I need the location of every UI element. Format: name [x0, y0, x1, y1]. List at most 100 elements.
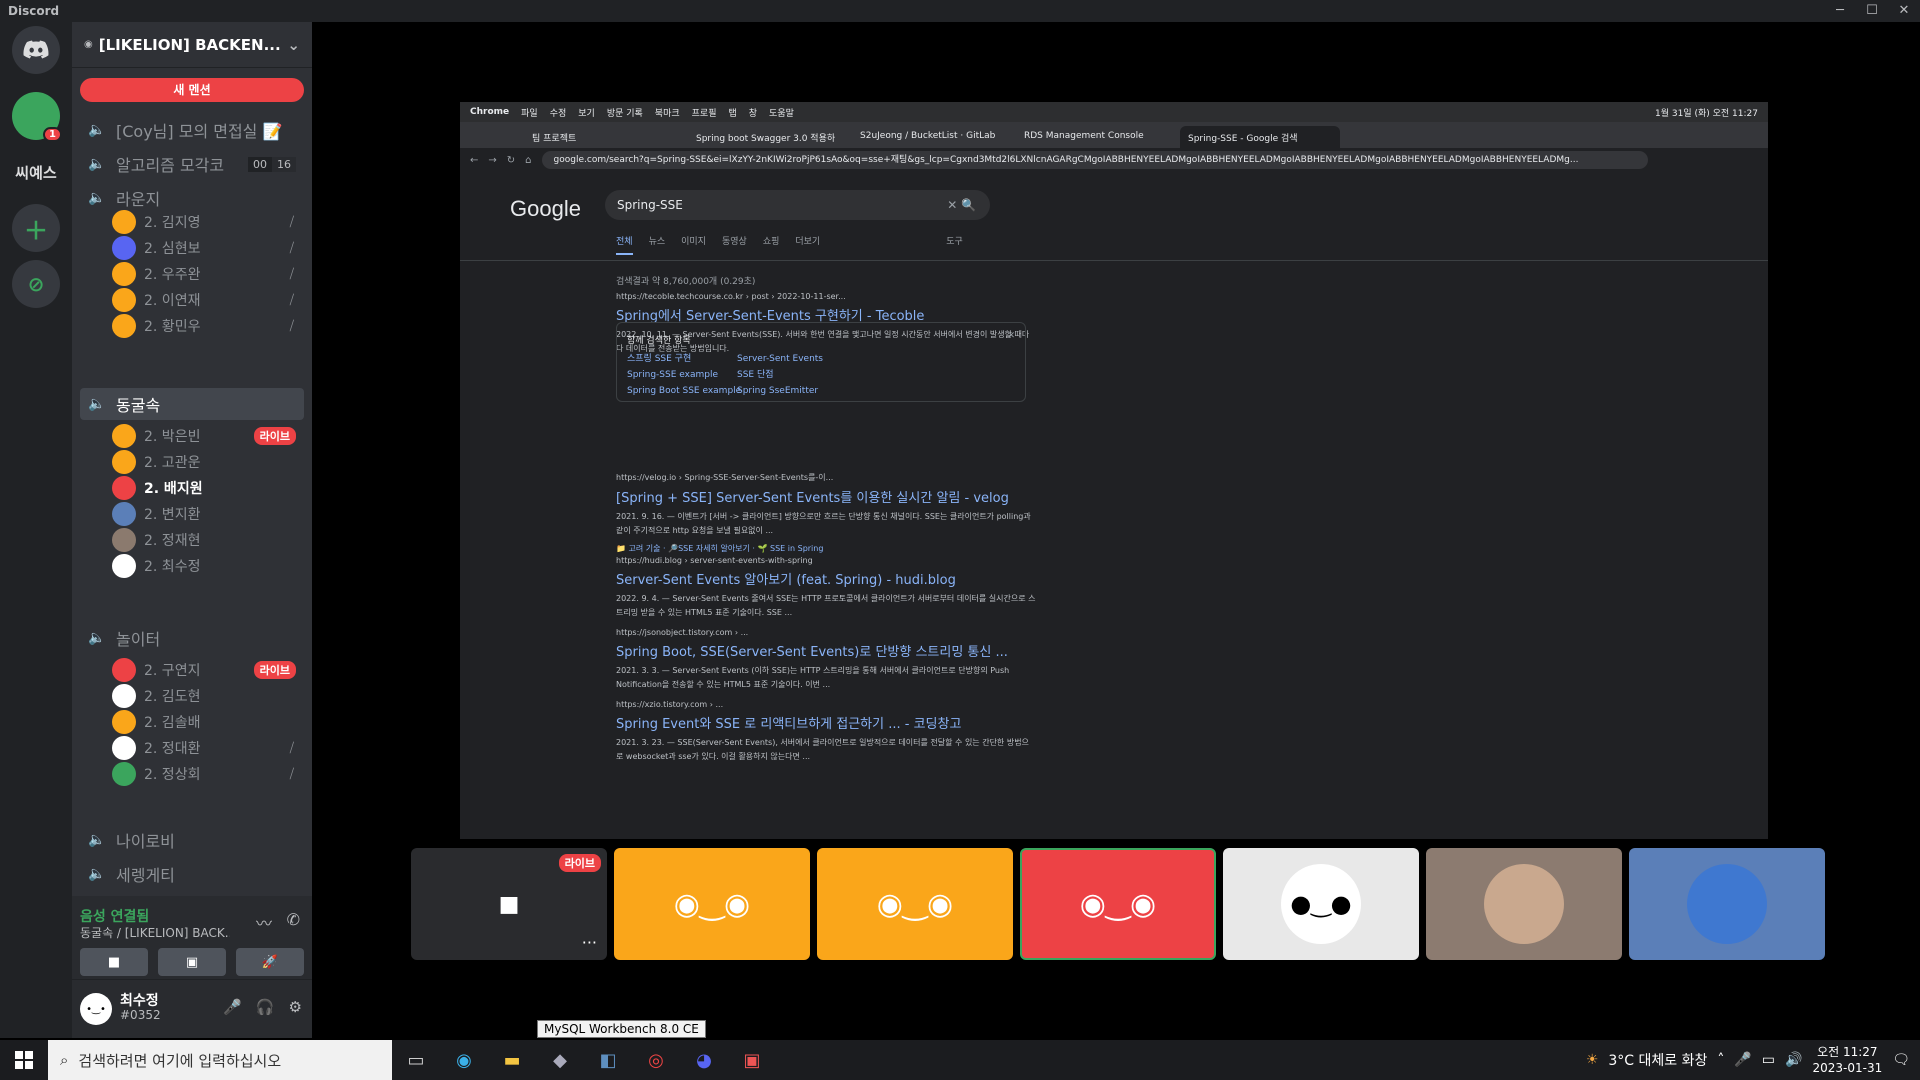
voice-channel-cave[interactable]: 🔈 동굴속	[80, 388, 304, 420]
mac-menu-item[interactable]: 북마크	[655, 106, 680, 119]
user-avatar[interactable]: •‿•	[80, 993, 112, 1025]
url-bar[interactable]: google.com/search?q=Spring-SSE&ei=lXzYY-…	[541, 151, 1648, 169]
volume-icon[interactable]: 🔊	[1785, 1052, 1802, 1068]
participant-tile[interactable]: ◉‿◉	[614, 848, 810, 960]
result-url[interactable]: https://tecoble.techcourse.co.kr › post …	[616, 292, 1036, 301]
home-discord-icon[interactable]	[12, 26, 60, 74]
tray-expand-icon[interactable]: ˄	[1717, 1052, 1724, 1068]
mac-menu-item[interactable]: 프로필	[692, 106, 717, 119]
participant-tile-speaking[interactable]: ◉‿◉	[1020, 848, 1216, 960]
result-url[interactable]: https://hudi.blog › server-sent-events-w…	[616, 556, 1036, 565]
voice-channel-serengeti[interactable]: 🔈 세렝게티	[80, 858, 304, 890]
network-icon[interactable]: ▭	[1762, 1052, 1775, 1068]
participant-tile[interactable]	[1629, 848, 1825, 960]
voice-member[interactable]: 2. 황민우 ⧸	[112, 310, 304, 342]
discord-taskbar-icon[interactable]: ◕	[680, 1040, 728, 1080]
stream-preview-tile[interactable]: 라이브 ■ ···	[411, 848, 607, 960]
google-tab[interactable]: 전체	[616, 234, 633, 255]
result-url[interactable]: https://xzio.tistory.com › ...	[616, 700, 1036, 709]
screen-share-button[interactable]: ▣	[158, 948, 226, 976]
forward-icon[interactable]: →	[488, 155, 496, 166]
taskbar-clock[interactable]: 오전 11:27 2023-01-31	[1812, 1044, 1882, 1076]
mac-menu-item[interactable]: 도움말	[769, 106, 794, 119]
shared-screen[interactable]: Chrome 파일 수정 보기 방문 기록 북마크 프로필 탭 창 도움말 1월 31일 (화) 오…	[460, 102, 1768, 839]
activity-button[interactable]: 🚀	[236, 948, 304, 976]
sourcetree-icon[interactable]: ◆	[536, 1040, 584, 1080]
mac-menu-item[interactable]: 파일	[521, 106, 538, 119]
headphones-icon[interactable]: 🎧	[256, 998, 275, 1016]
browser-tab[interactable]: RDS Management Console	[1016, 126, 1176, 148]
home-icon[interactable]: ⌂	[525, 155, 531, 166]
weather-text[interactable]: 3°C 대체로 화창	[1608, 1050, 1707, 1070]
chrome-icon[interactable]: ◎	[632, 1040, 680, 1080]
explore-compass-icon[interactable]: ⊘	[12, 260, 60, 308]
voice-member[interactable]: 2. 최수정	[112, 550, 304, 582]
google-tab[interactable]: 이미지	[681, 234, 706, 255]
google-tab[interactable]: 도구	[946, 234, 963, 255]
task-view-icon[interactable]: ▭	[392, 1040, 440, 1080]
browser-tab[interactable]: 팀 프로젝트	[524, 126, 684, 148]
voice-member[interactable]: 2. 정상회 ⧸	[112, 758, 304, 790]
disconnect-icon[interactable]: ✆	[287, 910, 300, 929]
close-icon[interactable]: ✕	[1007, 331, 1015, 341]
google-tab[interactable]: 뉴스	[649, 234, 666, 255]
related-link[interactable]: 스프링 SSE 구현	[627, 351, 741, 367]
mac-menu-item[interactable]: Chrome	[470, 107, 509, 117]
participant-tile[interactable]: ●‿●	[1223, 848, 1419, 960]
new-mention-banner[interactable]: 새 멘션	[80, 78, 304, 102]
related-link[interactable]: Spring SseEmitter	[737, 383, 823, 399]
voice-channel-path[interactable]: 동굴속 / [LIKELION] BACK...	[80, 924, 230, 941]
related-link[interactable]: Spring-SSE example	[627, 367, 741, 383]
google-search-box[interactable]: Spring-SSE ✕ 🔍	[605, 190, 990, 220]
notification-icon[interactable]: 🗨	[1892, 1052, 1910, 1068]
server-sidebar-text[interactable]: 씨예스	[12, 148, 60, 196]
camera-button[interactable]: ■	[80, 948, 148, 976]
edge-icon[interactable]: ◉	[440, 1040, 488, 1080]
windows-start-icon[interactable]	[0, 1040, 48, 1080]
intellij-icon[interactable]: ▣	[728, 1040, 776, 1080]
result-url[interactable]: https://velog.io › Spring-SSE-Server-Sen…	[616, 472, 1036, 483]
related-link[interactable]: Server-Sent Events	[737, 351, 823, 367]
mac-menu-item[interactable]: 보기	[578, 106, 595, 119]
microphone-icon[interactable]: 🎤	[1734, 1052, 1751, 1068]
minimize-button[interactable]: ─	[1824, 0, 1856, 22]
guild-header[interactable]: ◉ [LIKELION] BACKEN... ⌄	[72, 22, 312, 68]
mac-menu-item[interactable]: 탭	[728, 106, 736, 119]
close-button[interactable]: ✕	[1888, 0, 1920, 22]
result-url[interactable]: https://jsonobject.tistory.com › ...	[616, 628, 1036, 637]
result-title[interactable]: Spring Event와 SSE 로 리액티브하게 접근하기 ... - 코딩…	[616, 713, 1036, 732]
mac-menu-item[interactable]: 창	[749, 106, 757, 119]
google-tab[interactable]: 쇼핑	[763, 234, 780, 255]
result-title[interactable]: Spring Boot, SSE(Server-Sent Events)로 단방…	[616, 641, 1036, 660]
google-logo[interactable]: Google	[510, 196, 581, 222]
result-sitelinks[interactable]: 📁 고려 기술 · 🔎SSE 자세히 알아보기 · 🌱 SSE in Sprin…	[616, 542, 1036, 556]
settings-gear-icon[interactable]: ⚙	[289, 998, 302, 1016]
participant-tile[interactable]: ◉‿◉	[817, 848, 1013, 960]
mac-menu-item[interactable]: 방문 기록	[607, 106, 643, 119]
maximize-button[interactable]: ☐	[1856, 0, 1888, 22]
browser-tab[interactable]: S2uJeong / BucketList · GitLab	[852, 126, 1012, 148]
browser-tab[interactable]: Spring-SSE - Google 검색	[1180, 126, 1340, 148]
reload-icon[interactable]: ↻	[507, 155, 515, 166]
voice-channel-algorithm[interactable]: 🔈 알고리즘 모각코 00 16	[80, 148, 304, 180]
voice-channel-nairobi[interactable]: 🔈 나이로비	[80, 824, 304, 856]
participant-tile[interactable]	[1426, 848, 1622, 960]
microphone-icon[interactable]: 🎤	[223, 998, 242, 1016]
related-link[interactable]: SSE 단점	[737, 367, 823, 383]
voice-channel-mock-interview[interactable]: 🔈 [Coy님] 모의 면접실 📝	[80, 114, 304, 146]
browser-tab[interactable]: Spring boot Swagger 3.0 적용하	[688, 126, 848, 148]
voice-channel-playground[interactable]: 🔈 놀이터	[80, 622, 304, 654]
likelion-server-icon[interactable]: 1	[12, 92, 62, 142]
result-title[interactable]: [Spring + SSE] Server-Sent Events를 이용한 실…	[616, 487, 1036, 506]
noise-suppression-icon[interactable]: 〰	[256, 910, 272, 934]
file-explorer-icon[interactable]: ▬	[488, 1040, 536, 1080]
mac-menu-item[interactable]: 수정	[550, 106, 567, 119]
more-options-icon[interactable]: ···	[582, 933, 597, 952]
add-server-icon[interactable]: ＋	[12, 204, 60, 252]
google-tab[interactable]: 동영상	[722, 234, 747, 255]
google-tab[interactable]: 더보기	[795, 234, 820, 255]
result-title[interactable]: Server-Sent Events 알아보기 (feat. Spring) -…	[616, 569, 1036, 588]
back-icon[interactable]: ←	[470, 155, 478, 166]
taskbar-search[interactable]: ⌕ 검색하려면 여기에 입력하십시오	[48, 1040, 392, 1080]
related-link[interactable]: Spring Boot SSE example	[627, 383, 741, 399]
